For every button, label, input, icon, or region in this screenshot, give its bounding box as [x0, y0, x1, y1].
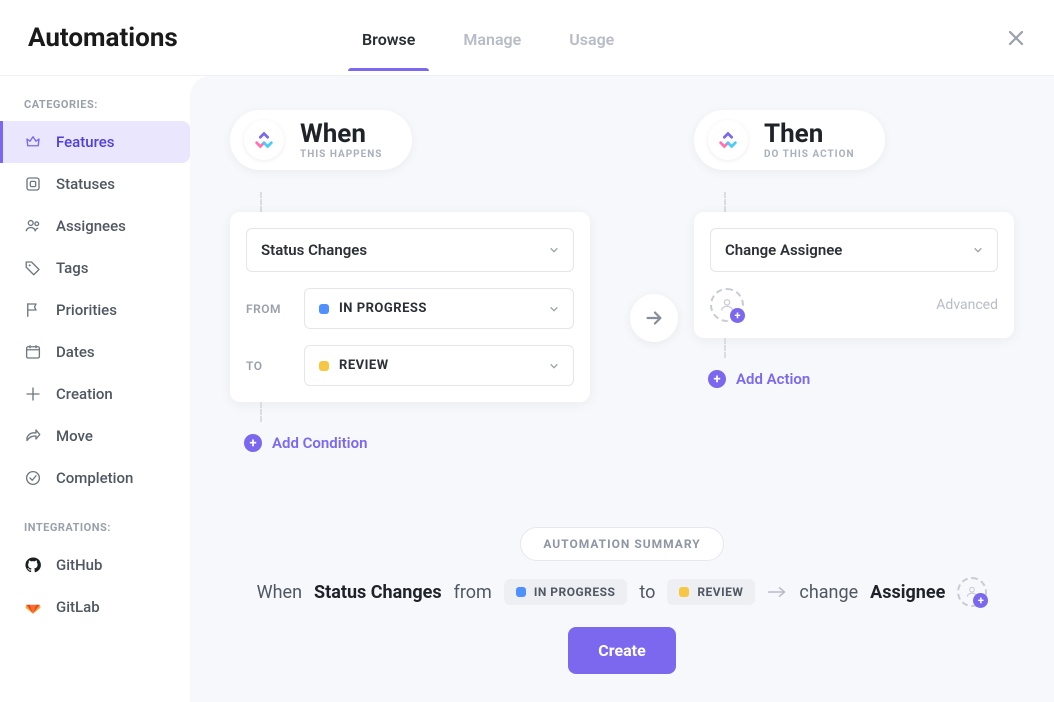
summary-target: Assignee: [870, 582, 945, 603]
main-canvas: When THIS HAPPENS Status Changes FROM IN…: [190, 76, 1054, 702]
tab-manage[interactable]: Manage: [459, 4, 525, 71]
github-icon: [24, 556, 42, 574]
sidebar-item-label: Features: [56, 133, 114, 151]
sidebar-item-assignees[interactable]: Assignees: [0, 205, 190, 247]
people-icon: [24, 217, 42, 235]
sidebar-item-priorities[interactable]: Priorities: [0, 289, 190, 331]
add-action-button[interactable]: + Add Action: [708, 370, 810, 388]
summary-trigger: Status Changes: [314, 582, 442, 603]
advanced-link[interactable]: Advanced: [936, 297, 998, 313]
sidebar-item-label: Assignees: [56, 217, 126, 235]
add-condition-label: Add Condition: [272, 434, 367, 452]
summary-label: AUTOMATION SUMMARY: [520, 527, 723, 561]
calendar-icon: [24, 343, 42, 361]
square-icon: [24, 175, 42, 193]
trigger-select[interactable]: Status Changes: [246, 228, 574, 272]
sidebar-item-label: GitLab: [56, 598, 100, 616]
flag-icon: [24, 301, 42, 319]
plus-circle-icon: +: [708, 370, 726, 388]
sidebar-item-label: Completion: [56, 469, 133, 487]
summary-when: When: [257, 582, 302, 603]
check-circle-icon: [24, 469, 42, 487]
tabs: Browse Manage Usage: [358, 4, 618, 71]
summary-to: to: [639, 582, 655, 603]
close-icon: [1006, 28, 1026, 48]
then-card: Change Assignee + Advanced: [694, 212, 1014, 338]
sidebar-item-label: Priorities: [56, 301, 117, 319]
then-column: Then DO THIS ACTION Change Assignee +: [694, 110, 1014, 388]
automation-summary: AUTOMATION SUMMARY When Status Changes f…: [230, 527, 1014, 674]
sidebar-item-label: Tags: [56, 259, 88, 277]
chevron-down-icon: [549, 304, 559, 314]
when-header: When THIS HAPPENS: [230, 110, 412, 170]
chevron-down-icon: [973, 245, 983, 255]
sidebar-item-features[interactable]: Features: [0, 121, 190, 163]
clickup-logo-icon: [708, 120, 748, 160]
summary-from: from: [454, 582, 492, 603]
sidebar-item-label: Statuses: [56, 175, 115, 193]
when-title: When: [300, 121, 382, 147]
action-select[interactable]: Change Assignee: [710, 228, 998, 272]
sidebar-item-dates[interactable]: Dates: [0, 331, 190, 373]
then-header: Then DO THIS ACTION: [694, 110, 885, 170]
gitlab-icon: [24, 598, 42, 616]
arrow-right-icon: [767, 585, 787, 599]
summary-to-status: REVIEW: [667, 579, 755, 605]
summary-change: change: [799, 582, 858, 603]
assignee-picker[interactable]: +: [710, 288, 744, 322]
plus-icon: [24, 385, 42, 403]
mini-plus-icon: +: [730, 308, 745, 323]
sidebar-item-tags[interactable]: Tags: [0, 247, 190, 289]
sidebar: CATEGORIES: Features Statuses Assignees …: [0, 76, 190, 702]
sidebar-item-statuses[interactable]: Statuses: [0, 163, 190, 205]
arrow-right-icon: [643, 307, 665, 329]
tag-icon: [24, 259, 42, 277]
integrations-heading: INTEGRATIONS:: [0, 517, 190, 544]
from-label: FROM: [246, 302, 290, 316]
summary-assignee-picker[interactable]: +: [957, 577, 987, 607]
from-status-value: IN PROGRESS: [339, 301, 427, 316]
sidebar-item-label: GitHub: [56, 556, 102, 574]
summary-from-status: IN PROGRESS: [504, 579, 628, 605]
when-card: Status Changes FROM IN PROGRESS TO RE: [230, 212, 590, 402]
sidebar-item-gitlab[interactable]: GitLab: [0, 586, 190, 628]
tab-usage[interactable]: Usage: [565, 4, 618, 71]
sidebar-item-github[interactable]: GitHub: [0, 544, 190, 586]
sidebar-item-move[interactable]: Move: [0, 415, 190, 457]
header: Automations Browse Manage Usage: [0, 0, 1054, 76]
sidebar-item-label: Creation: [56, 385, 113, 403]
sidebar-item-label: Dates: [56, 343, 95, 361]
chevron-down-icon: [549, 245, 559, 255]
when-subtitle: THIS HAPPENS: [300, 149, 382, 160]
add-action-label: Add Action: [736, 370, 810, 388]
sidebar-item-completion[interactable]: Completion: [0, 457, 190, 499]
sidebar-item-creation[interactable]: Creation: [0, 373, 190, 415]
trigger-value: Status Changes: [261, 241, 367, 259]
summary-sentence: When Status Changes from IN PROGRESS to …: [230, 577, 1014, 607]
close-button[interactable]: [1006, 28, 1026, 48]
then-subtitle: DO THIS ACTION: [764, 149, 855, 160]
from-status-select[interactable]: IN PROGRESS: [304, 288, 574, 329]
when-column: When THIS HAPPENS Status Changes FROM IN…: [230, 110, 590, 452]
action-value: Change Assignee: [725, 241, 842, 259]
to-status-select[interactable]: REVIEW: [304, 345, 574, 386]
tab-browse[interactable]: Browse: [358, 4, 419, 71]
plus-circle-icon: +: [244, 434, 262, 452]
sidebar-item-label: Move: [56, 427, 93, 445]
chevron-down-icon: [549, 361, 559, 371]
clickup-logo-icon: [244, 120, 284, 160]
crown-icon: [24, 133, 42, 151]
add-condition-button[interactable]: + Add Condition: [244, 434, 367, 452]
create-button[interactable]: Create: [568, 627, 675, 674]
status-dot-blue: [319, 304, 329, 314]
categories-heading: CATEGORIES:: [0, 94, 190, 121]
to-status-value: REVIEW: [339, 358, 389, 373]
flow-arrow: [630, 294, 678, 342]
mini-plus-icon: +: [973, 593, 988, 608]
share-arrow-icon: [24, 427, 42, 445]
then-title: Then: [764, 121, 855, 147]
page-title: Automations: [28, 23, 258, 53]
to-label: TO: [246, 359, 290, 373]
status-dot-yellow: [319, 361, 329, 371]
